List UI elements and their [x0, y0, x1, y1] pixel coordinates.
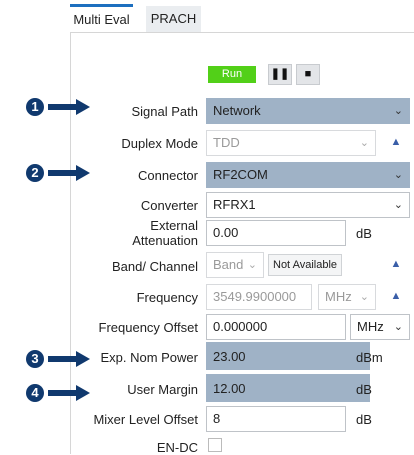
frequency-input[interactable]: 3549.9900000 [206, 284, 312, 310]
converter-select[interactable]: RFRX1 ⌄ [206, 192, 410, 218]
signal-path-label: Signal Path [131, 104, 199, 119]
external-attenuation-label-line2: Attenuation [132, 233, 198, 248]
external-attenuation-input[interactable]: 0.00 [206, 220, 346, 246]
tab-prach[interactable]: PRACH [146, 6, 201, 32]
callout-arrow-1-icon [48, 99, 90, 115]
connector-value: RF2COM [213, 167, 268, 182]
signal-path-value: Network [213, 103, 261, 118]
callout-badge-4: 4 [26, 384, 44, 402]
mixer-level-offset-unit: dB [356, 412, 372, 427]
antenna-icon[interactable]: ▲ [388, 256, 404, 272]
user-margin-input[interactable]: 12.00 [206, 376, 346, 402]
frequency-unit: MHz [325, 289, 352, 304]
connector-select[interactable]: RF2COM ⌄ [206, 162, 410, 188]
antenna-icon[interactable]: ▲ [388, 288, 404, 304]
stop-icon[interactable]: ■ [296, 64, 320, 85]
callout-arrow-4-icon [48, 385, 90, 401]
exp-nom-power-unit: dBm [356, 350, 383, 365]
duplex-mode-label: Duplex Mode [121, 136, 198, 151]
callout-badge-2: 2 [26, 164, 44, 182]
mixer-level-offset-label: Mixer Level Offset [93, 412, 198, 427]
pause-icon[interactable]: ❚❚ [268, 64, 292, 85]
frequency-offset-unit: MHz [357, 319, 384, 334]
callout-arrow-2-icon [48, 165, 90, 181]
converter-value: RFRX1 [213, 197, 256, 212]
frequency-unit-select[interactable]: MHz ⌄ [318, 284, 376, 310]
chevron-down-icon: ⌄ [247, 259, 257, 271]
exp-nom-power-label: Exp. Nom Power [100, 350, 198, 365]
duplex-mode-select[interactable]: TDD ⌄ [206, 130, 376, 156]
frequency-label: Frequency [136, 290, 198, 305]
channel-status: Not Available [268, 254, 343, 276]
external-attenuation-label-line1: External [150, 218, 198, 233]
chevron-down-icon: ⌄ [359, 137, 369, 149]
chevron-down-icon: ⌄ [359, 291, 369, 303]
frequency-offset-input[interactable]: 0.000000 [206, 314, 346, 340]
user-margin-label: User Margin [127, 382, 198, 397]
converter-label: Converter [140, 198, 198, 213]
band-value: Band [213, 257, 244, 272]
frequency-offset-label: Frequency Offset [98, 320, 198, 335]
chevron-down-icon: ⌄ [393, 169, 403, 181]
chevron-down-icon: ⌄ [393, 199, 403, 211]
chevron-down-icon: ⌄ [393, 105, 403, 117]
callout-badge-1: 1 [26, 98, 44, 116]
band-channel-label: Band/ Channel [111, 259, 198, 274]
exp-nom-power-input[interactable]: 23.00 [206, 344, 346, 370]
tab-multi-eval[interactable]: Multi Eval [70, 4, 133, 33]
duplex-mode-value: TDD [213, 135, 240, 150]
antenna-icon[interactable]: ▲ [388, 134, 404, 150]
external-attenuation-unit: dB [356, 226, 372, 241]
frequency-offset-unit-select[interactable]: MHz ⌄ [350, 314, 410, 340]
connector-label: Connector [138, 168, 198, 183]
mixer-level-offset-input[interactable]: 8 [206, 406, 346, 432]
run-button[interactable]: Run [208, 66, 256, 83]
external-attenuation-label: External Attenuation [132, 218, 198, 248]
band-select[interactable]: Band ⌄ [206, 252, 264, 278]
chevron-down-icon: ⌄ [393, 321, 403, 333]
en-dc-checkbox[interactable] [208, 438, 222, 452]
callout-arrow-3-icon [48, 351, 90, 367]
user-margin-unit: dB [356, 382, 372, 397]
callout-badge-3: 3 [26, 350, 44, 368]
signal-path-select[interactable]: Network ⌄ [206, 98, 410, 124]
